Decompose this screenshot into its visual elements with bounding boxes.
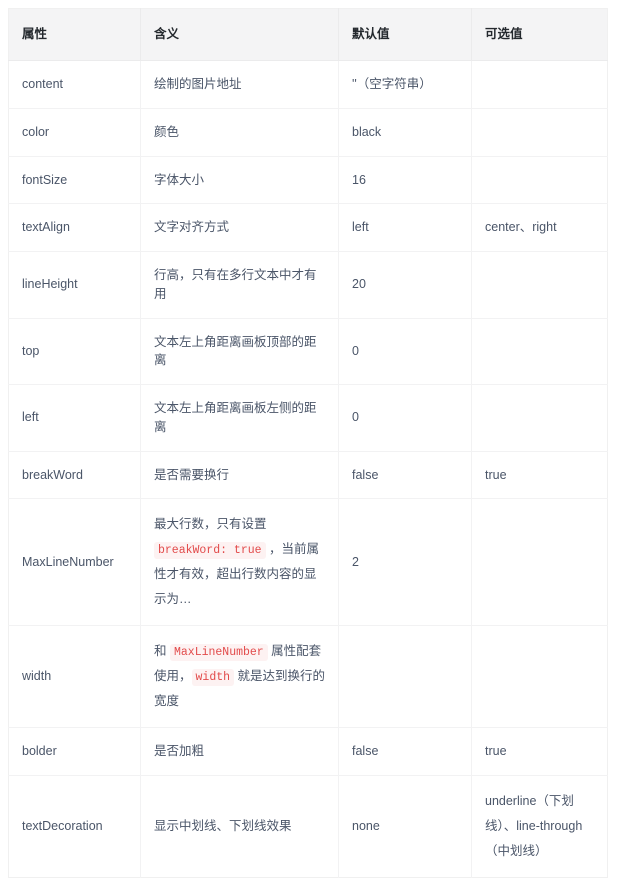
cell-default: 16 <box>338 155 472 205</box>
cell-meaning: 和 MaxLineNumber 属性配套使用， width 就是达到换行的宽度 <box>140 625 339 729</box>
cell-attribute: breakWord <box>8 450 141 500</box>
cell-options: underline（下划线）、line-through（中划线） <box>471 775 608 878</box>
cell-meaning: 文本左上角距离画板左侧的距离 <box>140 384 339 452</box>
cell-default: false <box>338 727 472 776</box>
cell-options: true <box>471 450 608 500</box>
cell-meaning: 字体大小 <box>140 155 339 205</box>
table-row: top 文本左上角距离画板顶部的距离 0 <box>8 317 608 385</box>
cell-default: ''（空字符串） <box>338 60 472 109</box>
column-header-options: 可选值 <box>471 8 608 61</box>
table-row: width 和 MaxLineNumber 属性配套使用， width 就是达到换… <box>8 625 608 729</box>
cell-default: 20 <box>338 251 472 319</box>
cell-attribute: MaxLineNumber <box>8 498 141 627</box>
table-header: 属性 含义 默认值 可选值 <box>8 8 608 61</box>
cell-meaning: 最大行数，只有设置 breakWord: true ，当前属性才有效，超出行数内… <box>140 498 339 627</box>
table-row: MaxLineNumber 最大行数，只有设置 breakWord: true … <box>8 498 608 627</box>
cell-meaning: 是否加粗 <box>140 727 339 776</box>
cell-attribute: width <box>8 625 141 729</box>
cell-meaning: 文本左上角距离画板顶部的距离 <box>140 317 339 385</box>
table-row: content 绘制的图片地址 ''（空字符串） <box>8 60 608 109</box>
column-header-default: 默认值 <box>338 8 472 61</box>
cell-attribute: lineHeight <box>8 251 141 319</box>
inline-code-maxlinenumber: MaxLineNumber <box>169 644 268 662</box>
meaning-text-pre: 和 <box>154 644 170 659</box>
cell-options <box>471 625 608 729</box>
cell-options <box>471 384 608 452</box>
table-row: bolder 是否加粗 false true <box>8 727 608 776</box>
column-header-meaning: 含义 <box>140 8 339 61</box>
cell-default <box>338 625 472 729</box>
table-header-row: 属性 含义 默认值 可选值 <box>8 8 608 61</box>
table-row: textDecoration 显示中划线、下划线效果 none underlin… <box>8 775 608 878</box>
cell-meaning: 颜色 <box>140 107 339 157</box>
cell-options <box>471 107 608 157</box>
cell-attribute: top <box>8 317 141 385</box>
cell-attribute: textDecoration <box>8 775 141 878</box>
cell-options <box>471 155 608 205</box>
cell-options: center、right <box>471 203 608 252</box>
cell-options <box>471 251 608 319</box>
properties-table: 属性 含义 默认值 可选值 content 绘制的图片地址 ''（空字符串） c… <box>8 8 608 878</box>
cell-meaning: 文字对齐方式 <box>140 203 339 252</box>
cell-options <box>471 498 608 627</box>
table-body: content 绘制的图片地址 ''（空字符串） color 颜色 black … <box>8 60 608 878</box>
cell-meaning: 行高，只有在多行文本中才有用 <box>140 251 339 319</box>
cell-default: black <box>338 107 472 157</box>
cell-attribute: content <box>8 60 141 109</box>
table-row: breakWord 是否需要换行 false true <box>8 450 608 500</box>
cell-default: false <box>338 450 472 500</box>
cell-default: 0 <box>338 317 472 385</box>
cell-meaning: 显示中划线、下划线效果 <box>140 775 339 878</box>
cell-default: left <box>338 203 472 252</box>
inline-code-width: width <box>191 669 235 687</box>
cell-attribute: left <box>8 384 141 452</box>
table-row: fontSize 字体大小 16 <box>8 155 608 205</box>
cell-default: 2 <box>338 498 472 627</box>
cell-attribute: color <box>8 107 141 157</box>
table-row: textAlign 文字对齐方式 left center、right <box>8 203 608 252</box>
cell-attribute: fontSize <box>8 155 141 205</box>
cell-options <box>471 317 608 385</box>
cell-meaning: 是否需要换行 <box>140 450 339 500</box>
cell-default: 0 <box>338 384 472 452</box>
cell-attribute: bolder <box>8 727 141 776</box>
cell-options <box>471 60 608 109</box>
document-body: 属性 含义 默认值 可选值 content 绘制的图片地址 ''（空字符串） c… <box>0 0 617 878</box>
table-row: color 颜色 black <box>8 107 608 157</box>
cell-attribute: textAlign <box>8 203 141 252</box>
cell-options: true <box>471 727 608 776</box>
inline-code-breakword: breakWord: true <box>154 542 266 560</box>
column-header-attribute: 属性 <box>8 8 141 61</box>
table-row: left 文本左上角距离画板左侧的距离 0 <box>8 384 608 452</box>
cell-meaning: 绘制的图片地址 <box>140 60 339 109</box>
table-row: lineHeight 行高，只有在多行文本中才有用 20 <box>8 251 608 319</box>
meaning-text-pre: 最大行数，只有设置 <box>154 517 267 532</box>
cell-default: none <box>338 775 472 878</box>
